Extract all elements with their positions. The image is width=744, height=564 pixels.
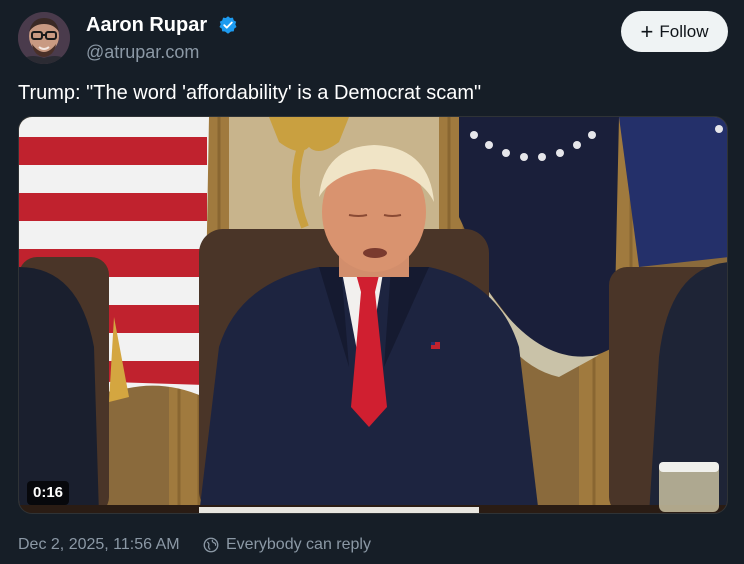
video-duration-badge: 0:16: [27, 481, 70, 505]
reply-setting-label: Everybody can reply: [226, 536, 371, 553]
post-card: Aaron Rupar @atrupar.com + Follow Trump:…: [0, 0, 744, 564]
video-player[interactable]: 0:16: [18, 116, 728, 514]
reply-setting: Everybody can reply: [202, 534, 371, 556]
post-text: Trump: "The word 'affordability' is a De…: [18, 82, 482, 104]
video-frame: [19, 117, 727, 513]
follow-button[interactable]: + Follow: [621, 11, 728, 52]
verified-badge-icon: [219, 16, 237, 34]
post-timestamp[interactable]: Dec 2, 2025, 11:56 AM: [18, 534, 180, 556]
author-display-name[interactable]: Aaron Rupar: [86, 12, 207, 38]
plus-icon: +: [640, 18, 654, 44]
author-handle[interactable]: @atrupar.com: [86, 40, 199, 64]
avatar[interactable]: [18, 12, 70, 64]
avatar-photo: [18, 12, 70, 64]
globe-icon: [203, 537, 219, 553]
follow-button-label: Follow: [659, 21, 709, 41]
